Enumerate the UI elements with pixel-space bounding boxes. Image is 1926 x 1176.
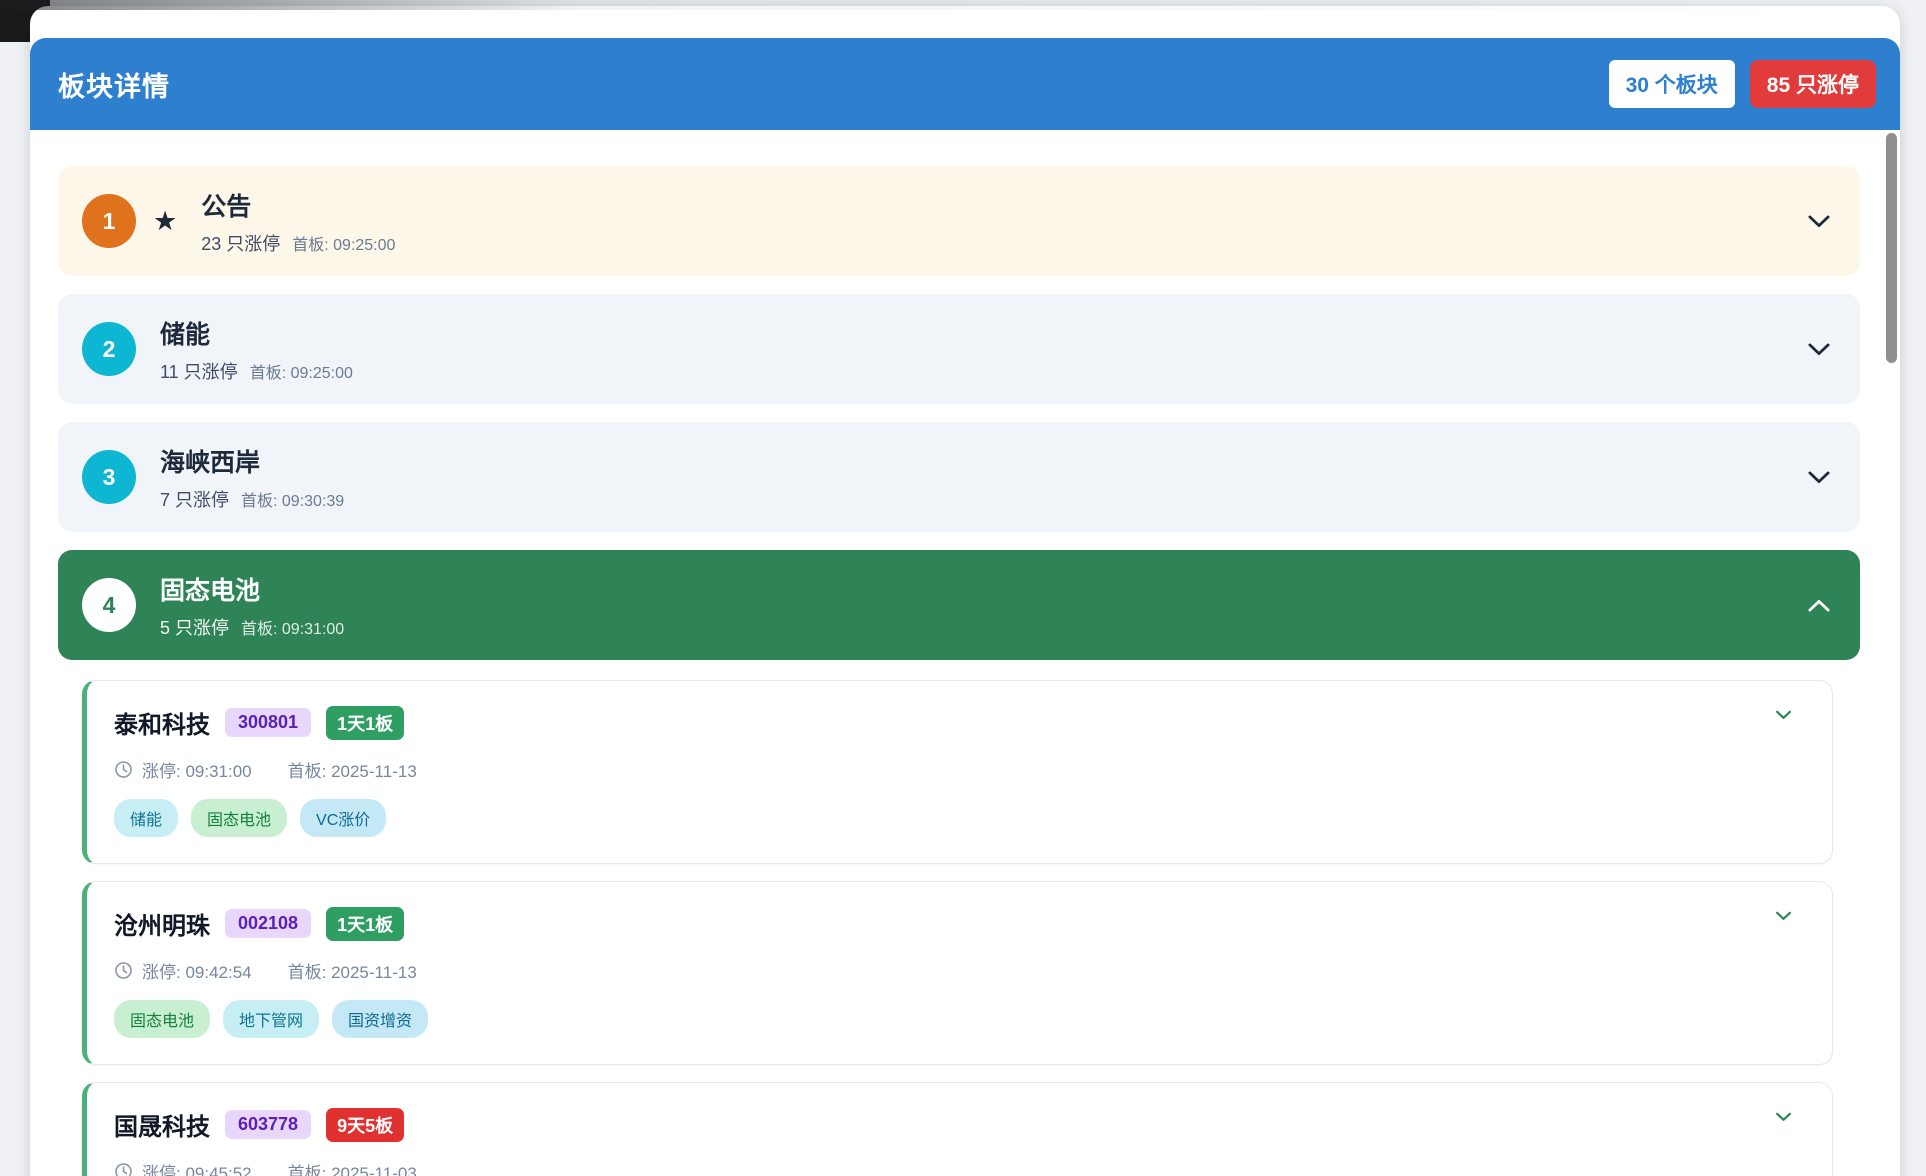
limit-up-count: 7 只涨停 — [160, 490, 229, 510]
panel-header: 板块详情 30 个板块 85 只涨停 — [30, 38, 1900, 130]
stock-code-badge: 603778 — [225, 1110, 311, 1139]
limit-up-count: 23 只涨停 — [201, 234, 280, 254]
first-board-time: 首板: 09:25:00 — [250, 365, 353, 382]
sector-text: 公告 23 只涨停首板: 09:25:00 — [201, 187, 395, 256]
chevron-down-icon — [1808, 215, 1830, 228]
rank-badge: 4 — [82, 578, 136, 632]
page-title: 板块详情 — [58, 65, 170, 104]
limit-up-time: 涨停: 09:45:52 — [142, 1159, 252, 1176]
limit-up-time: 涨停: 09:31:00 — [142, 757, 252, 782]
first-board-time: 首板: 09:25:00 — [292, 237, 395, 254]
first-board-date: 首板: 2025-11-13 — [288, 958, 417, 983]
first-board-time: 首板: 09:30:39 — [241, 493, 344, 510]
limit-up-count-badge: 85 只涨停 — [1750, 60, 1876, 108]
sector-stats: 7 只涨停首板: 09:30:39 — [160, 486, 344, 512]
first-board-time: 首板: 09:31:00 — [241, 621, 344, 638]
stock-title-row: 国晟科技 603778 9天5板 — [114, 1107, 1802, 1142]
concept-tag: 固态电池 — [191, 799, 287, 837]
sector-text: 储能 11 只涨停首板: 09:25:00 — [160, 315, 353, 384]
concept-tag: VC涨价 — [300, 799, 386, 837]
stock-meta: 涨停: 09:45:52 首板: 2025-11-03 — [114, 1159, 1802, 1176]
sector-text: 固态电池 5 只涨停首板: 09:31:00 — [160, 571, 344, 640]
stock-code-badge: 002108 — [225, 909, 311, 938]
stock-title-row: 泰和科技 300801 1天1板 — [114, 705, 1802, 740]
stock-title-row: 沧州明珠 002108 1天1板 — [114, 906, 1802, 941]
streak-badge: 1天1板 — [326, 907, 404, 941]
sector-row-2[interactable]: 2 ★ 储能 11 只涨停首板: 09:25:00 — [58, 294, 1860, 404]
chevron-down-icon[interactable] — [1775, 908, 1792, 926]
sector-name: 海峡西岸 — [160, 443, 344, 479]
clock-icon — [114, 760, 133, 779]
sector-stats: 23 只涨停首板: 09:25:00 — [201, 230, 395, 256]
chevron-down-icon — [1808, 599, 1830, 612]
chevron-down-icon[interactable] — [1775, 707, 1792, 725]
sector-name: 固态电池 — [160, 571, 344, 607]
sector-name: 储能 — [160, 315, 353, 351]
clock-icon — [114, 961, 133, 980]
sector-stats: 5 只涨停首板: 09:31:00 — [160, 614, 344, 640]
concept-tag: 固态电池 — [114, 1000, 210, 1038]
sector-name: 公告 — [201, 187, 395, 223]
sector-detail-panel: 板块详情 30 个板块 85 只涨停 1 ★ 公告 23 只涨停首板: 09:2… — [30, 6, 1900, 1176]
stock-meta: 涨停: 09:42:54 首板: 2025-11-13 — [114, 958, 1802, 983]
star-icon: ★ — [153, 208, 177, 235]
first-board-date: 首板: 2025-11-03 — [288, 1159, 417, 1176]
sector-row-3[interactable]: 3 ★ 海峡西岸 7 只涨停首板: 09:30:39 — [58, 422, 1860, 532]
stock-card-002108[interactable]: 沧州明珠 002108 1天1板 涨停: 09:42:54 首板: 2025-1… — [82, 881, 1833, 1065]
limit-up-time: 涨停: 09:42:54 — [142, 958, 252, 983]
stock-name: 泰和科技 — [114, 705, 210, 740]
vertical-scrollbar-thumb[interactable] — [1886, 133, 1897, 363]
limit-up-count: 5 只涨停 — [160, 618, 229, 638]
rank-badge: 3 — [82, 450, 136, 504]
sector-stats: 11 只涨停首板: 09:25:00 — [160, 358, 353, 384]
sector-row-1[interactable]: 1 ★ 公告 23 只涨停首板: 09:25:00 — [58, 166, 1860, 276]
chevron-down-icon — [1808, 343, 1830, 356]
rank-badge: 1 — [82, 194, 136, 248]
first-board-date: 首板: 2025-11-13 — [288, 757, 417, 782]
rank-badge: 2 — [82, 322, 136, 376]
concept-tag-row: 固态电池地下管网国资增资 — [114, 1000, 1802, 1038]
concept-tag-row: 储能固态电池 VC涨价 — [114, 799, 1802, 837]
sector-list: 1 ★ 公告 23 只涨停首板: 09:25:00 2 ★ 储能 11 只涨停首… — [30, 130, 1900, 1176]
stock-card-300801[interactable]: 泰和科技 300801 1天1板 涨停: 09:31:00 首板: 2025-1… — [82, 680, 1833, 864]
stock-code-badge: 300801 — [225, 708, 311, 737]
clock-icon — [114, 1162, 133, 1176]
limit-up-count: 11 只涨停 — [160, 362, 238, 382]
stock-meta: 涨停: 09:31:00 首板: 2025-11-13 — [114, 757, 1802, 782]
concept-tag: 国资增资 — [332, 1000, 428, 1038]
sector-text: 海峡西岸 7 只涨停首板: 09:30:39 — [160, 443, 344, 512]
streak-badge: 1天1板 — [326, 706, 404, 740]
sector-count-badge: 30 个板块 — [1609, 60, 1735, 108]
stock-list: 泰和科技 300801 1天1板 涨停: 09:31:00 首板: 2025-1… — [58, 678, 1860, 1176]
sector-row-4[interactable]: 4 ★ 固态电池 5 只涨停首板: 09:31:00 — [58, 550, 1860, 660]
chevron-down-icon[interactable] — [1775, 1109, 1792, 1127]
stock-name: 沧州明珠 — [114, 906, 210, 941]
concept-tag: 地下管网 — [223, 1000, 319, 1038]
stock-card-603778[interactable]: 国晟科技 603778 9天5板 涨停: 09:45:52 首板: 2025-1… — [82, 1082, 1833, 1176]
streak-badge: 9天5板 — [326, 1108, 404, 1142]
header-badges: 30 个板块 85 只涨停 — [1609, 60, 1876, 108]
concept-tag: 储能 — [114, 799, 178, 837]
stock-name: 国晟科技 — [114, 1107, 210, 1142]
chevron-down-icon — [1808, 471, 1830, 484]
